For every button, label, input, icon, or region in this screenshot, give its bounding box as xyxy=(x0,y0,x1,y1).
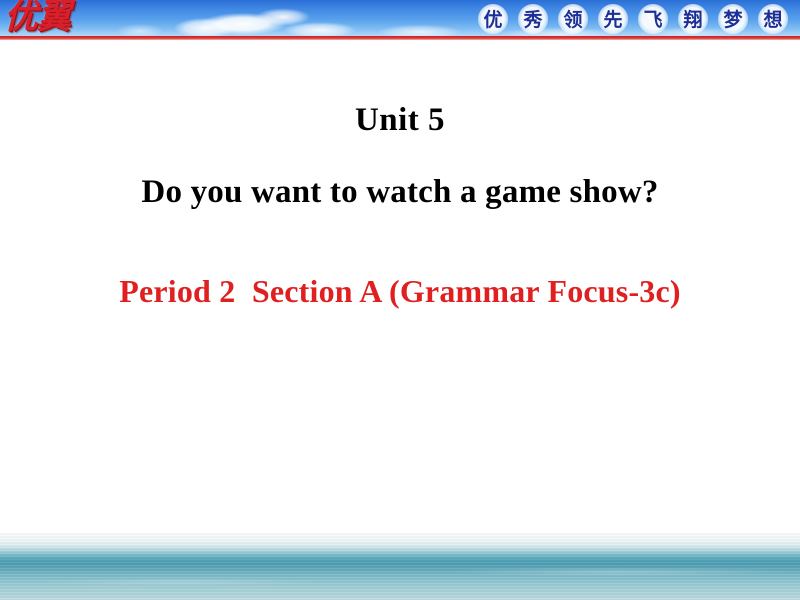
slogan-char-6: 翔 xyxy=(678,3,708,34)
slogan-char-4: 先 xyxy=(598,3,628,34)
slogan-char-8: 想 xyxy=(758,3,788,34)
brand-logo: 优翼 xyxy=(4,0,71,37)
sea-ripples-texture xyxy=(0,532,800,600)
slogan-char-2: 秀 xyxy=(518,3,548,34)
presentation-slide: 优翼 优 秀 领 先 飞 翔 梦 想 Unit 5 Do you want to… xyxy=(0,0,800,600)
slide-content-area: Unit 5 Do you want to watch a game show?… xyxy=(0,40,800,535)
period-section-subtitle: Period 2 Section A (Grammar Focus-3c) xyxy=(119,273,681,309)
slogan-char-7: 梦 xyxy=(718,3,748,34)
slogan-char-1: 优 xyxy=(478,3,508,34)
lesson-question-title: Do you want to watch a game show? xyxy=(141,174,659,210)
unit-title: Unit 5 xyxy=(354,102,446,138)
sea-glint-highlight xyxy=(0,532,800,600)
slogan-char-5: 飞 xyxy=(638,3,668,34)
slogan-char-3: 领 xyxy=(558,3,588,34)
brand-slogan: 优 秀 领 先 飞 翔 梦 想 xyxy=(478,2,788,35)
slide-header-banner: 优翼 优 秀 领 先 飞 翔 梦 想 xyxy=(0,0,800,37)
sea-footer-image xyxy=(0,532,800,600)
